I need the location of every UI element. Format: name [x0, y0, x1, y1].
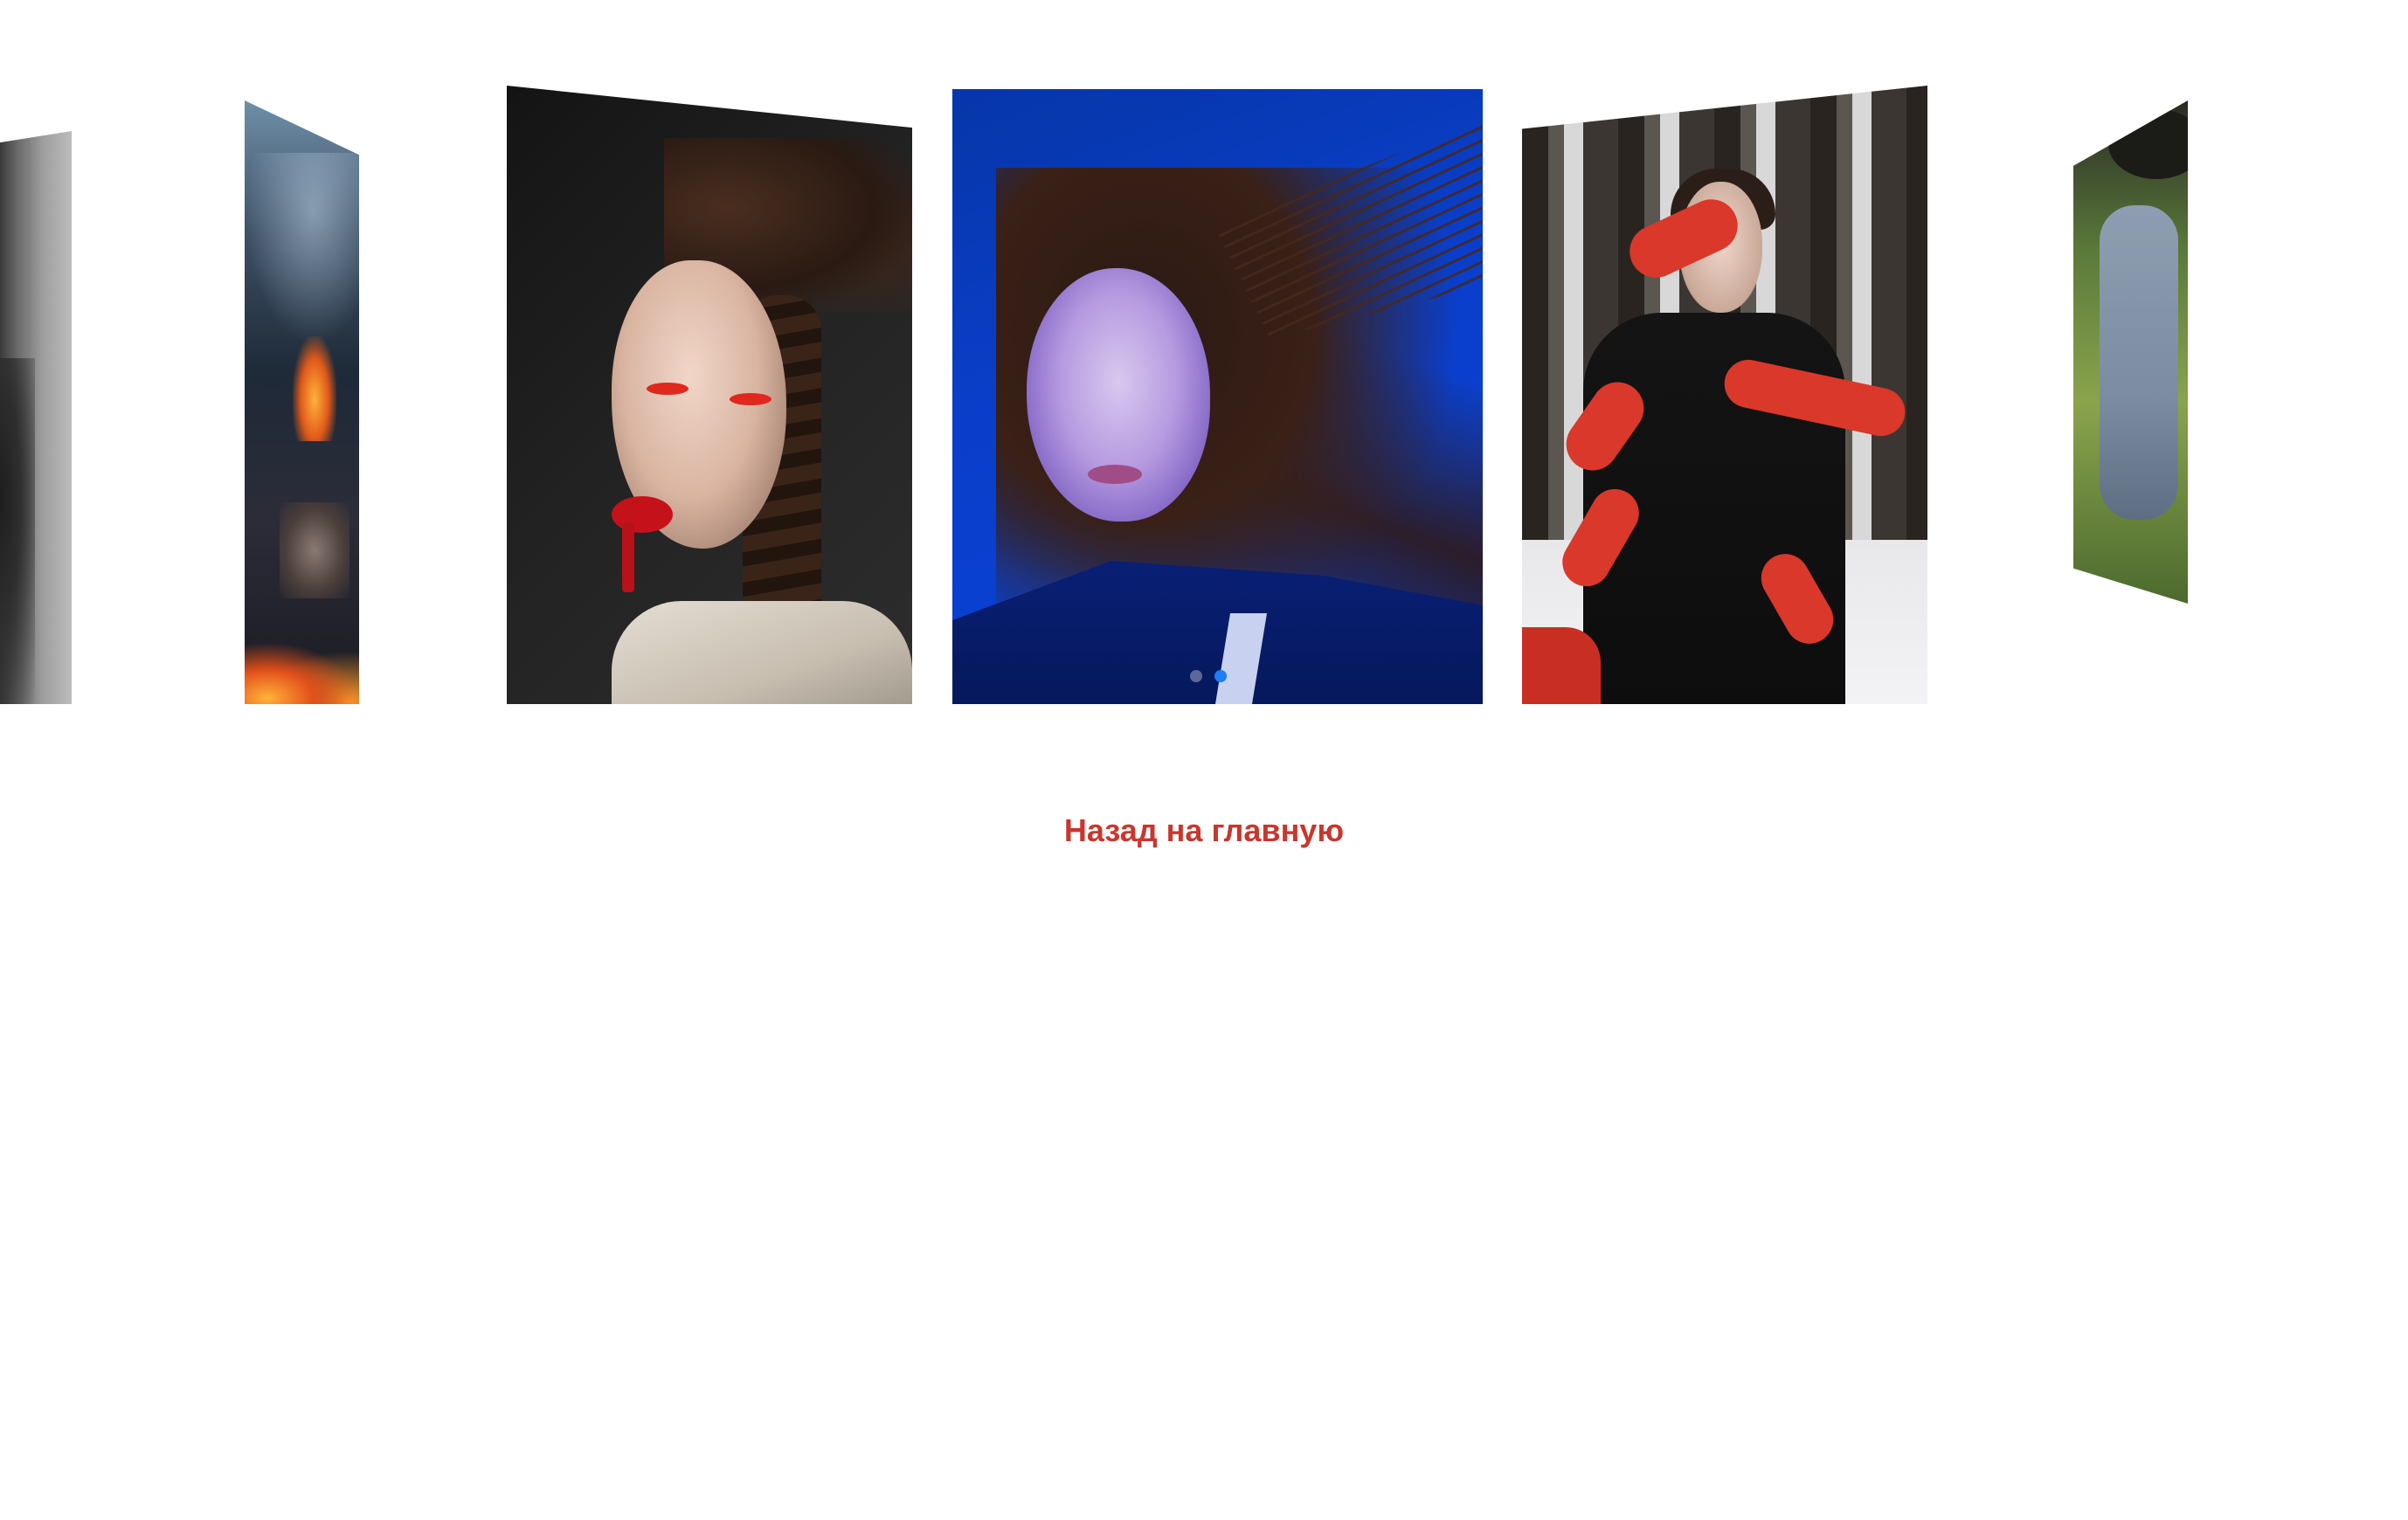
- slide-far-right[interactable]: [2073, 100, 2188, 604]
- leather-jacket-shape: [0, 358, 35, 704]
- pagination-dot[interactable]: [1190, 670, 1202, 682]
- lipstick-drip-shape: [622, 522, 634, 592]
- back-to-home-link[interactable]: Назад на главную: [0, 812, 2408, 849]
- page: Назад на главную: [0, 0, 2408, 1520]
- slide-left[interactable]: [245, 100, 359, 704]
- figure-shape: [2100, 205, 2178, 520]
- face-shape: [280, 502, 349, 598]
- red-lips-shape: [612, 496, 673, 533]
- blazer-shape: [612, 601, 912, 704]
- red-eyeliner-shape: [730, 393, 772, 405]
- photo-carousel[interactable]: [0, 0, 2408, 716]
- smoke-shape: [245, 153, 359, 345]
- lips-shape: [1088, 465, 1142, 484]
- slide-right-center[interactable]: [1522, 86, 1927, 704]
- flame-shape: [245, 642, 359, 704]
- red-arm-shape: [1522, 627, 1601, 704]
- pagination-dot-active[interactable]: [1214, 670, 1227, 682]
- flame-shape: [293, 336, 336, 441]
- red-eyeliner-shape: [647, 383, 688, 395]
- slide-center-active[interactable]: [952, 89, 1483, 704]
- carousel-pagination: [1190, 670, 1227, 682]
- slide-left-center[interactable]: [507, 86, 912, 704]
- slide-far-left[interactable]: [0, 131, 72, 704]
